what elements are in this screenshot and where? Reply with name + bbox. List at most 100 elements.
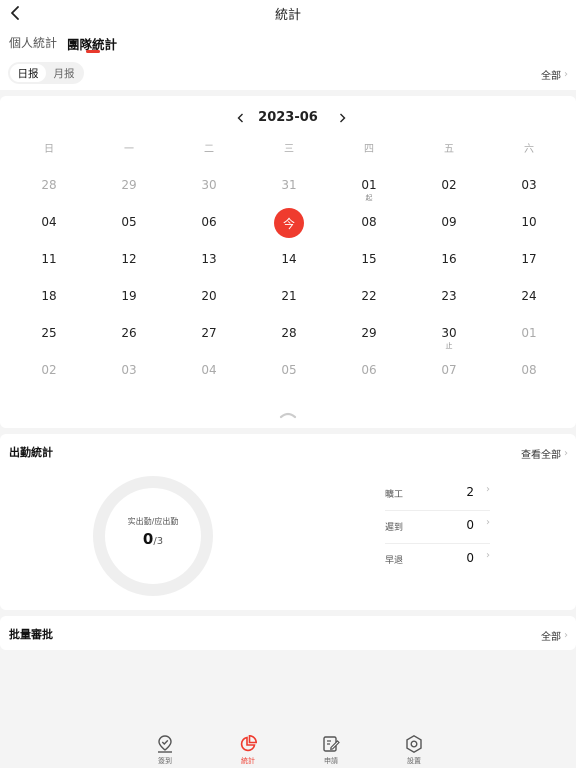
calendar-day[interactable]: 06 (329, 353, 409, 390)
day-number: 04 (201, 363, 217, 377)
calendar-day-today[interactable]: 今 (249, 205, 329, 242)
calendar-day[interactable]: 14 (249, 242, 329, 279)
calendar-day[interactable]: 26 (89, 316, 169, 353)
weekday-label: 一 (124, 144, 134, 155)
batch-approval-title: 批量審批 (9, 628, 53, 641)
calendar-day[interactable]: 08 (329, 205, 409, 242)
calendar-day[interactable]: 22 (329, 279, 409, 316)
day-number: 17 (521, 252, 537, 266)
calendar-day[interactable]: 05 (89, 205, 169, 242)
day-number: 08 (521, 363, 537, 377)
calendar-day[interactable]: 27 (169, 316, 249, 353)
actual-count: 0 (142, 530, 154, 548)
calendar-day[interactable]: 01 起 (329, 168, 409, 205)
calendar-day[interactable]: 24 (489, 279, 569, 316)
calendar-week-row: 04 05 06 今 08 09 10 (9, 205, 569, 242)
calendar-day[interactable]: 25 (9, 316, 89, 353)
calendar-day[interactable]: 04 (9, 205, 89, 242)
attendance-view-all-link[interactable]: 查看全部 › (521, 446, 568, 461)
day-number: 11 (41, 252, 57, 266)
calendar-week-row: 02 03 04 05 06 07 08 (9, 353, 569, 390)
tabbar-settings[interactable]: 設置 (394, 734, 434, 766)
day-number: 14 (281, 252, 297, 266)
calendar-day[interactable]: 05 (249, 353, 329, 390)
calendar-day[interactable]: 30 止 (409, 316, 489, 353)
calendar-day[interactable]: 08 (489, 353, 569, 390)
calendar-day[interactable]: 19 (89, 279, 169, 316)
stat-value: 2 (466, 485, 474, 499)
day-number: 01 (521, 326, 537, 340)
calendar-day[interactable]: 09 (409, 205, 489, 242)
calendar-card: 2023-06 日 一 二 三 四 五 六 28 29 30 31 01 起 02 03 04 05 06 今 08… (0, 96, 576, 428)
day-number: 29 (361, 326, 377, 340)
calendar-day[interactable]: 11 (9, 242, 89, 279)
collapse-calendar-button[interactable] (278, 404, 298, 419)
calendar-day[interactable]: 02 (409, 168, 489, 205)
calendar-day[interactable]: 03 (489, 168, 569, 205)
segment-monthly-report[interactable]: 月报 (46, 64, 82, 82)
calendar-day[interactable]: 07 (409, 353, 489, 390)
calendar-day[interactable]: 20 (169, 279, 249, 316)
ring-label: 实出勤/应出勤 (127, 517, 179, 526)
calendar-day[interactable]: 28 (249, 316, 329, 353)
day-number: 15 (361, 252, 377, 266)
calendar-day[interactable]: 02 (9, 353, 89, 390)
tabbar-label: 簽到 (158, 757, 172, 765)
calendar-day[interactable]: 30 (169, 168, 249, 205)
next-month-button[interactable] (332, 108, 352, 128)
calendar-day[interactable]: 18 (9, 279, 89, 316)
day-number: 21 (281, 289, 297, 303)
chevron-right-icon: › (564, 69, 568, 80)
calendar-day[interactable]: 12 (89, 242, 169, 279)
calendar-day[interactable]: 17 (489, 242, 569, 279)
day-number: 12 (121, 252, 137, 266)
calendar-day[interactable]: 13 (169, 242, 249, 279)
tabbar-label: 設置 (407, 757, 421, 765)
stat-row-absent[interactable]: 曠工 2 › (385, 478, 490, 511)
calendar-day[interactable]: 29 (329, 316, 409, 353)
day-number: 30 (201, 178, 217, 192)
day-number: 05 (121, 215, 137, 229)
chevron-right-icon (339, 113, 345, 123)
segment-daily-report[interactable]: 日报 (10, 64, 46, 82)
stat-value: 0 (466, 518, 474, 532)
calendar-day[interactable]: 06 (169, 205, 249, 242)
page-title: 統計 (274, 8, 301, 23)
nav-bar: 統計 (0, 0, 576, 26)
calendar-day[interactable]: 21 (249, 279, 329, 316)
calendar-day[interactable]: 01 (489, 316, 569, 353)
weekday-label: 二 (204, 144, 214, 155)
calendar-week-row: 28 29 30 31 01 起 02 03 (9, 168, 569, 205)
day-number: 24 (521, 289, 537, 303)
day-number: 08 (361, 215, 377, 229)
calendar-day[interactable]: 16 (409, 242, 489, 279)
calendar-day[interactable]: 23 (409, 279, 489, 316)
tabbar-checkin[interactable]: 簽到 (145, 734, 185, 766)
calendar-day[interactable]: 15 (329, 242, 409, 279)
stat-row-late[interactable]: 遲到 0 › (385, 511, 490, 544)
stat-row-early-leave[interactable]: 早退 0 › (385, 544, 490, 577)
calendar-day[interactable]: 10 (489, 205, 569, 242)
tabbar-statistics[interactable]: 統計 (228, 734, 268, 766)
calendar-week-row: 25 26 27 28 29 30 止 01 (9, 316, 569, 353)
day-number: 13 (201, 252, 217, 266)
filter-row: 日报 月报 全部 › (0, 56, 576, 90)
day-number: 30 (441, 326, 457, 340)
attendance-view-all-label: 查看全部 (521, 450, 561, 461)
today-marker: 今 (274, 208, 304, 238)
calendar-day[interactable]: 04 (169, 353, 249, 390)
tabbar-apply[interactable]: 申請 (311, 734, 351, 766)
calendar-day[interactable]: 03 (89, 353, 169, 390)
batch-approval-card[interactable]: 批量審批 全部 › (0, 616, 576, 650)
calendar-day[interactable]: 31 (249, 168, 329, 205)
day-number: 10 (521, 215, 537, 229)
month-navigator: 2023-06 (0, 108, 576, 128)
filter-all-link[interactable]: 全部 › (541, 67, 568, 82)
stat-label: 遲到 (385, 523, 404, 533)
tab-personal-stats[interactable]: 個人統計 (9, 34, 57, 51)
batch-all-link[interactable]: 全部 › (541, 628, 568, 643)
calendar-day[interactable]: 29 (89, 168, 169, 205)
calendar-day[interactable]: 28 (9, 168, 89, 205)
chevron-up-icon (279, 412, 297, 419)
day-number: 25 (41, 326, 57, 340)
